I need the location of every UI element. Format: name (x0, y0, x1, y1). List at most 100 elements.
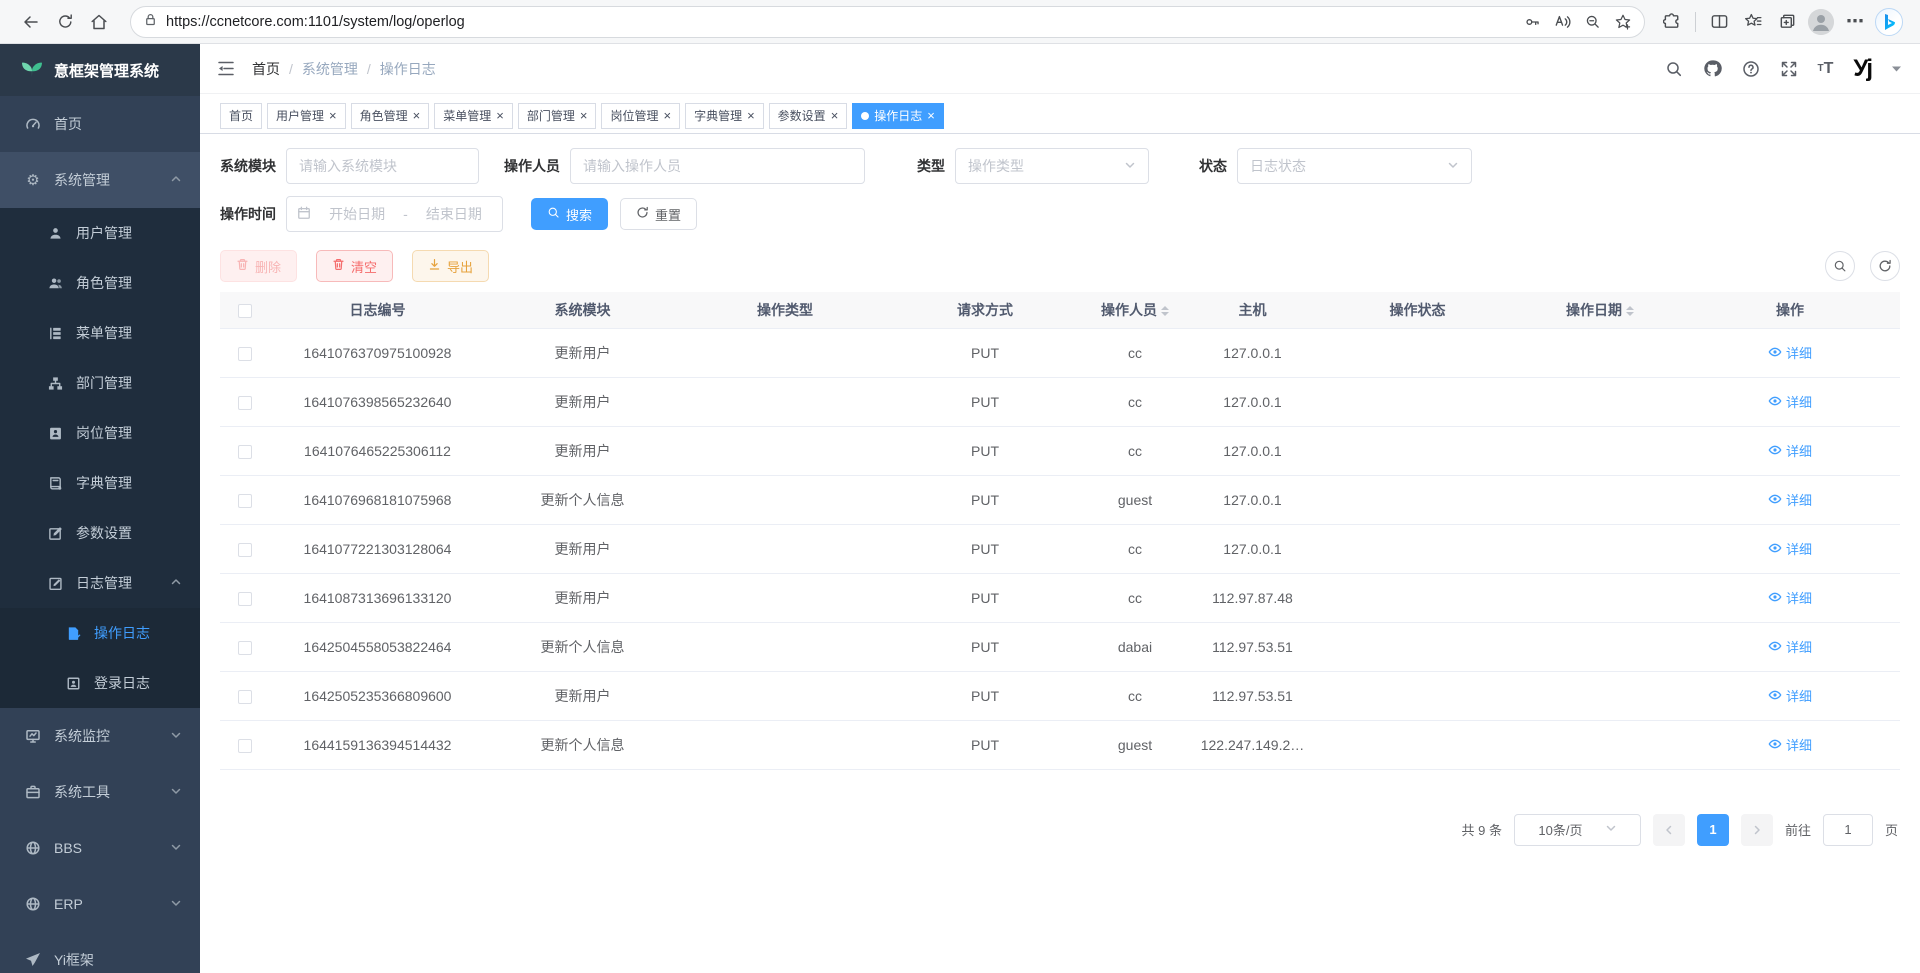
browser-home-icon[interactable] (82, 5, 116, 39)
sidebar-item-users[interactable]: 用户管理 (0, 208, 200, 258)
page-size-select[interactable]: 10条/页 (1514, 814, 1641, 846)
clear-button[interactable]: 清空 (316, 250, 393, 282)
tab-operlog-active[interactable]: 操作日志× (852, 103, 944, 129)
bing-chat-icon[interactable] (1872, 5, 1906, 39)
sidebar-fold-icon[interactable] (216, 60, 236, 77)
zoom-out-icon[interactable] (1578, 7, 1608, 37)
help-icon[interactable] (1742, 60, 1760, 78)
favorites-icon[interactable] (1736, 5, 1770, 39)
close-icon[interactable]: × (580, 109, 588, 122)
sort-icon[interactable] (1161, 302, 1169, 320)
row-checkbox[interactable] (238, 641, 252, 655)
sidebar-item-logs[interactable]: 日志管理 (0, 558, 200, 608)
sidebar-item-yi[interactable]: Yi框架 (0, 932, 200, 973)
browser-refresh-icon[interactable] (48, 5, 82, 39)
sidebar-item-home[interactable]: 首页 (0, 96, 200, 152)
more-menu-icon[interactable]: ⋯ (1838, 5, 1872, 39)
row-checkbox[interactable] (238, 543, 252, 557)
detail-link[interactable]: 详细 (1768, 490, 1812, 509)
row-checkbox[interactable] (238, 690, 252, 704)
close-icon[interactable]: × (663, 109, 671, 122)
row-checkbox[interactable] (238, 494, 252, 508)
row-checkbox[interactable] (238, 739, 252, 753)
add-favorite-icon[interactable] (1608, 7, 1638, 37)
sidebar-item-roles[interactable]: 角色管理 (0, 258, 200, 308)
sidebar-item-system[interactable]: ⚙ 系统管理 (0, 152, 200, 208)
type-select[interactable]: 操作类型 (955, 148, 1149, 184)
detail-link[interactable]: 详细 (1768, 588, 1812, 607)
next-page-button[interactable] (1741, 814, 1773, 846)
browser-back-icon[interactable] (14, 5, 48, 39)
status-select[interactable]: 日志状态 (1237, 148, 1472, 184)
operator-input[interactable] (570, 148, 865, 184)
close-icon[interactable]: × (747, 109, 755, 122)
export-button[interactable]: 导出 (412, 250, 489, 282)
search-button[interactable]: 搜索 (531, 198, 608, 230)
sidebar-item-tools[interactable]: 系统工具 (0, 764, 200, 820)
detail-link[interactable]: 详细 (1768, 539, 1812, 558)
split-screen-icon[interactable] (1702, 5, 1736, 39)
start-date[interactable]: 开始日期 (319, 204, 395, 224)
sidebar-item-menus[interactable]: 菜单管理 (0, 308, 200, 358)
font-size-icon[interactable]: TT (1818, 60, 1834, 78)
detail-link[interactable]: 详细 (1768, 637, 1812, 656)
user-avatar[interactable]: Уj (1853, 57, 1871, 81)
sort-icon[interactable] (1626, 302, 1634, 320)
tab-posts[interactable]: 岗位管理× (601, 103, 680, 129)
sidebar-item-erp[interactable]: ERP (0, 876, 200, 932)
row-checkbox[interactable] (238, 445, 252, 459)
tab-home[interactable]: 首页 (220, 103, 262, 129)
read-aloud-icon[interactable] (1548, 7, 1578, 37)
github-icon[interactable] (1703, 59, 1722, 78)
goto-page-input[interactable] (1823, 814, 1873, 846)
close-icon[interactable]: × (831, 109, 839, 122)
close-icon[interactable]: × (329, 109, 337, 122)
detail-link[interactable]: 详细 (1768, 686, 1812, 705)
sidebar-item-params[interactable]: 参数设置 (0, 508, 200, 558)
col-op-date[interactable]: 操作日期 (1520, 292, 1680, 328)
profile-avatar[interactable] (1804, 5, 1838, 39)
end-date[interactable]: 结束日期 (416, 204, 492, 224)
tab-dicts[interactable]: 字典管理× (685, 103, 764, 129)
sidebar-item-depts[interactable]: 部门管理 (0, 358, 200, 408)
collections-icon[interactable] (1770, 5, 1804, 39)
caret-down-icon[interactable] (1891, 65, 1902, 73)
row-checkbox[interactable] (238, 592, 252, 606)
detail-link[interactable]: 详细 (1768, 343, 1812, 362)
date-range-picker[interactable]: 开始日期 - 结束日期 (286, 196, 503, 232)
module-input[interactable] (286, 148, 479, 184)
detail-link[interactable]: 详细 (1768, 441, 1812, 460)
tab-users[interactable]: 用户管理× (267, 103, 346, 129)
detail-link[interactable]: 详细 (1768, 735, 1812, 754)
tab-params[interactable]: 参数设置× (769, 103, 848, 129)
detail-link[interactable]: 详细 (1768, 392, 1812, 411)
row-checkbox[interactable] (238, 347, 252, 361)
sidebar-item-dicts[interactable]: 字典管理 (0, 458, 200, 508)
tab-roles[interactable]: 角色管理× (351, 103, 430, 129)
sidebar-item-bbs[interactable]: BBS (0, 820, 200, 876)
sidebar-item-loginlog[interactable]: 登录日志 (0, 658, 200, 708)
toggle-search-button[interactable] (1825, 251, 1855, 281)
password-key-icon[interactable] (1518, 7, 1548, 37)
address-bar[interactable]: https://ccnetcore.com:1101/system/log/op… (130, 6, 1645, 38)
sidebar-item-operlog[interactable]: 操作日志 (0, 608, 200, 658)
search-icon[interactable] (1665, 60, 1683, 78)
close-icon[interactable]: × (496, 109, 504, 122)
tab-menus[interactable]: 菜单管理× (434, 103, 513, 129)
app-logo[interactable]: 意框架管理系统 (0, 44, 200, 96)
extensions-icon[interactable] (1655, 5, 1689, 39)
close-icon[interactable]: × (413, 109, 421, 122)
row-checkbox[interactable] (238, 396, 252, 410)
col-operator[interactable]: 操作人员 (1080, 292, 1190, 328)
refresh-table-button[interactable] (1870, 251, 1900, 281)
breadcrumb-home[interactable]: 首页 (252, 59, 280, 79)
breadcrumb-system[interactable]: 系统管理 (302, 59, 358, 79)
close-icon[interactable]: × (927, 109, 935, 122)
tab-depts[interactable]: 部门管理× (518, 103, 597, 129)
sidebar-item-monitor[interactable]: 系统监控 (0, 708, 200, 764)
fullscreen-icon[interactable] (1780, 60, 1798, 78)
sidebar-item-posts[interactable]: 岗位管理 (0, 408, 200, 458)
select-all-checkbox[interactable] (238, 304, 252, 318)
delete-button[interactable]: 删除 (220, 250, 297, 282)
current-page-button[interactable]: 1 (1697, 814, 1729, 846)
